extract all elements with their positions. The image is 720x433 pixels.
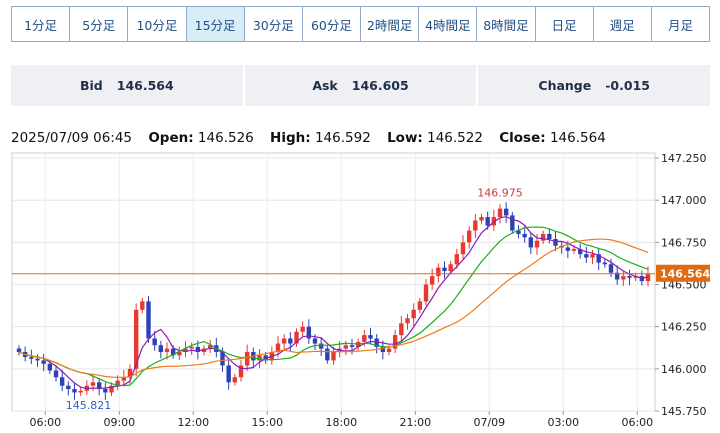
candle-body: [485, 217, 490, 226]
candle-body: [466, 230, 472, 243]
current-price-value: 146.564: [660, 268, 710, 281]
candle-body: [140, 301, 145, 310]
candle-body: [473, 220, 478, 231]
candle-body: [312, 338, 318, 344]
x-tick-label: 07/09: [473, 416, 505, 429]
candle-body: [72, 389, 77, 393]
candle-body: [226, 365, 231, 383]
candle-body: [602, 262, 608, 265]
candle-body: [417, 301, 423, 310]
candle-body: [584, 254, 589, 258]
candle-body: [534, 240, 540, 248]
candle-body: [522, 233, 527, 238]
candle-body: [386, 348, 392, 352]
candle-body: [103, 389, 108, 393]
candle-body: [244, 351, 250, 366]
plot-area[interactable]: [11, 152, 656, 412]
candle-body: [454, 254, 460, 265]
candle-body: [436, 267, 441, 277]
candle-body: [66, 385, 71, 390]
candle-body: [41, 360, 46, 364]
x-tick-label: 06:00: [621, 416, 653, 429]
candle-body: [189, 346, 194, 349]
candle-body: [343, 345, 349, 349]
high-annotation: 146.975: [477, 186, 523, 199]
candle-body: [510, 215, 515, 231]
candle-body: [429, 276, 435, 285]
candle-body: [281, 338, 287, 344]
x-tick-label: 15:00: [251, 416, 283, 429]
candle-body: [442, 267, 447, 272]
candle-body: [53, 370, 59, 378]
low-annotation: 145.821: [66, 399, 112, 412]
candle-body: [479, 217, 484, 221]
candle-body: [29, 357, 34, 359]
y-tick-label: 146.250: [661, 321, 707, 334]
candle-body: [164, 348, 170, 352]
x-tick-label: 03:00: [547, 416, 579, 429]
candle-body: [300, 326, 305, 332]
candle-body: [399, 323, 404, 336]
candle-body: [158, 345, 164, 352]
candle-body: [318, 343, 324, 349]
x-tick-label: 21:00: [399, 416, 431, 429]
y-tick-label: 147.250: [661, 152, 707, 165]
candle-body: [528, 237, 534, 248]
price-chart[interactable]: 147.250147.000146.750146.500146.250146.0…: [0, 0, 720, 433]
candle-body: [59, 377, 65, 386]
candle-body: [47, 363, 53, 371]
candle-body: [571, 249, 577, 251]
candle-body: [553, 239, 558, 246]
candle-body: [16, 348, 22, 352]
candle-body: [405, 318, 410, 324]
candle-body: [621, 276, 626, 280]
candle-body: [331, 351, 336, 361]
candle-body: [232, 377, 238, 383]
x-tick-label: 18:00: [325, 416, 357, 429]
candle-body: [146, 301, 151, 339]
candle-body: [35, 358, 40, 361]
candle-body: [368, 335, 373, 339]
candle-body: [152, 338, 157, 346]
candle-body: [503, 208, 509, 216]
candle-body: [90, 382, 96, 386]
candle-body: [411, 309, 416, 319]
candle-body: [608, 264, 614, 273]
x-tick-label: 09:00: [103, 416, 135, 429]
y-tick-label: 145.750: [661, 405, 707, 418]
candle-body: [627, 276, 632, 278]
candle-body: [547, 233, 552, 239]
x-tick-label: 12:00: [177, 416, 209, 429]
candle-body: [78, 390, 83, 393]
candle-body: [565, 247, 571, 251]
candle-body: [497, 208, 503, 218]
candle-body: [448, 264, 453, 272]
x-tick-label: 06:00: [29, 416, 61, 429]
candle-body: [540, 233, 546, 241]
candle-body: [349, 345, 355, 347]
candle-body: [325, 348, 330, 361]
candle-body: [423, 284, 429, 302]
candle-body: [362, 335, 367, 342]
candle-body: [288, 338, 293, 344]
y-tick-label: 146.000: [661, 363, 707, 376]
candle-body: [460, 242, 466, 255]
candle-body: [590, 254, 595, 258]
y-tick-label: 147.000: [661, 194, 707, 207]
candle-body: [306, 326, 312, 339]
y-tick-label: 146.750: [661, 236, 707, 249]
